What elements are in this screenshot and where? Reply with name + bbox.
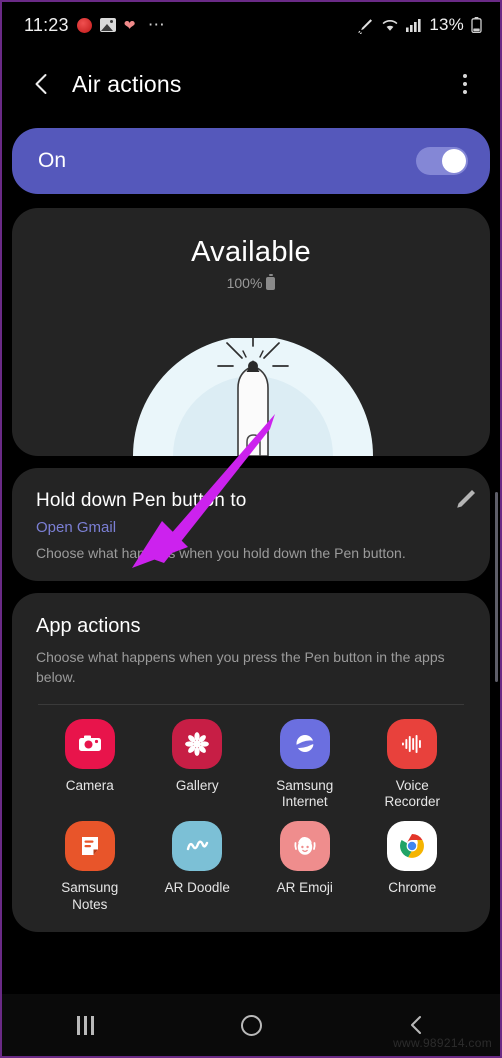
notes-icon [64,821,115,872]
app-item-voice-recorder[interactable]: Voice Recorder [359,718,467,812]
gallery-flower-icon [172,718,223,769]
s-pen-illustration [12,336,490,456]
spen-icon [357,17,374,34]
pen-battery-percent: 100% [226,275,263,291]
app-actions-title: App actions [36,615,141,637]
app-item-samsung-notes[interactable]: Samsung Notes [36,821,144,914]
photo-icon [99,18,116,32]
hold-down-title: Hold down Pen button to [36,490,247,511]
signal-icon [406,18,422,32]
pen-status-card: Available 100% [12,208,490,456]
app-label: Samsung Internet [276,777,334,810]
red-app-icon [76,17,92,33]
home-button[interactable] [221,1005,281,1045]
app-label: AR Doodle [164,880,230,896]
status-bar: 11:23 ❤ ⋯ 13% [2,2,500,48]
app-actions-description: Choose what happens when you press the P… [36,649,445,686]
app-item-chrome[interactable]: Chrome [359,821,467,914]
page-title: Air actions [72,70,182,97]
hold-down-value[interactable]: Open Gmail [36,519,466,536]
pen-battery-icon [266,273,276,290]
app-label: Camera [65,777,114,793]
app-item-ar-doodle[interactable]: AR Doodle [144,821,252,914]
pencil-icon[interactable] [450,484,480,514]
app-label: Gallery [175,777,219,793]
nav-back-icon [411,1016,421,1034]
ar-doodle-icon [172,821,223,872]
pen-battery-row: 100% [12,273,490,291]
more-options-button[interactable] [450,68,480,100]
app-item-ar-emoji[interactable]: AR Emoji [251,821,359,914]
switch-knob [442,149,466,173]
app-label: Chrome [388,880,437,896]
back-button[interactable] [26,68,58,100]
toggle-label: On [38,149,67,172]
status-bar-right: 13% [357,15,482,35]
phone-screen: 11:23 ❤ ⋯ 13% Air actions On Available 1… [0,0,502,1058]
divider [38,703,464,705]
wifi-icon [381,18,399,33]
air-actions-switch[interactable] [416,147,468,175]
settings-scroll-area[interactable]: On Available 100% Hold down Pen button t… [2,120,500,994]
battery-percent: 13% [429,15,464,34]
back-arrow-icon [35,74,47,94]
more-dots-icon: ⋯ [147,15,167,34]
watermark: www.989214.com [393,1036,492,1050]
app-item-camera[interactable]: Camera [36,718,144,812]
status-bar-left: 11:23 ❤ ⋯ [24,15,357,36]
hold-down-action-card[interactable]: Hold down Pen button to Open Gmail Choos… [12,468,490,581]
camera-icon [64,718,115,769]
app-label: Voice Recorder [384,777,441,810]
chrome-icon [387,821,438,872]
pen-status-title: Available [191,236,311,268]
ar-emoji-icon [279,821,330,872]
battery-icon [471,17,482,33]
hold-down-description: Choose what happens when you hold down t… [36,545,406,561]
app-actions-card: App actions Choose what happens when you… [12,593,490,933]
app-item-samsung-internet[interactable]: Samsung Internet [251,718,359,812]
home-icon [240,1014,262,1036]
app-actions-grid: Camera Gallery Samsung Internet Voice Re… [36,718,467,915]
recent-apps-icon [76,1015,94,1035]
app-bar: Air actions [2,48,500,120]
status-time: 11:23 [24,14,69,35]
air-actions-toggle-card[interactable]: On [12,128,490,194]
voice-waveform-icon [387,718,438,769]
app-item-gallery[interactable]: Gallery [144,718,252,812]
heart-icon: ❤ [123,17,136,33]
scrollbar[interactable] [495,492,498,682]
app-label: AR Emoji [276,880,333,896]
app-label: Samsung Notes [61,880,119,913]
samsung-internet-icon [279,718,330,769]
recent-apps-button[interactable] [55,1005,115,1045]
